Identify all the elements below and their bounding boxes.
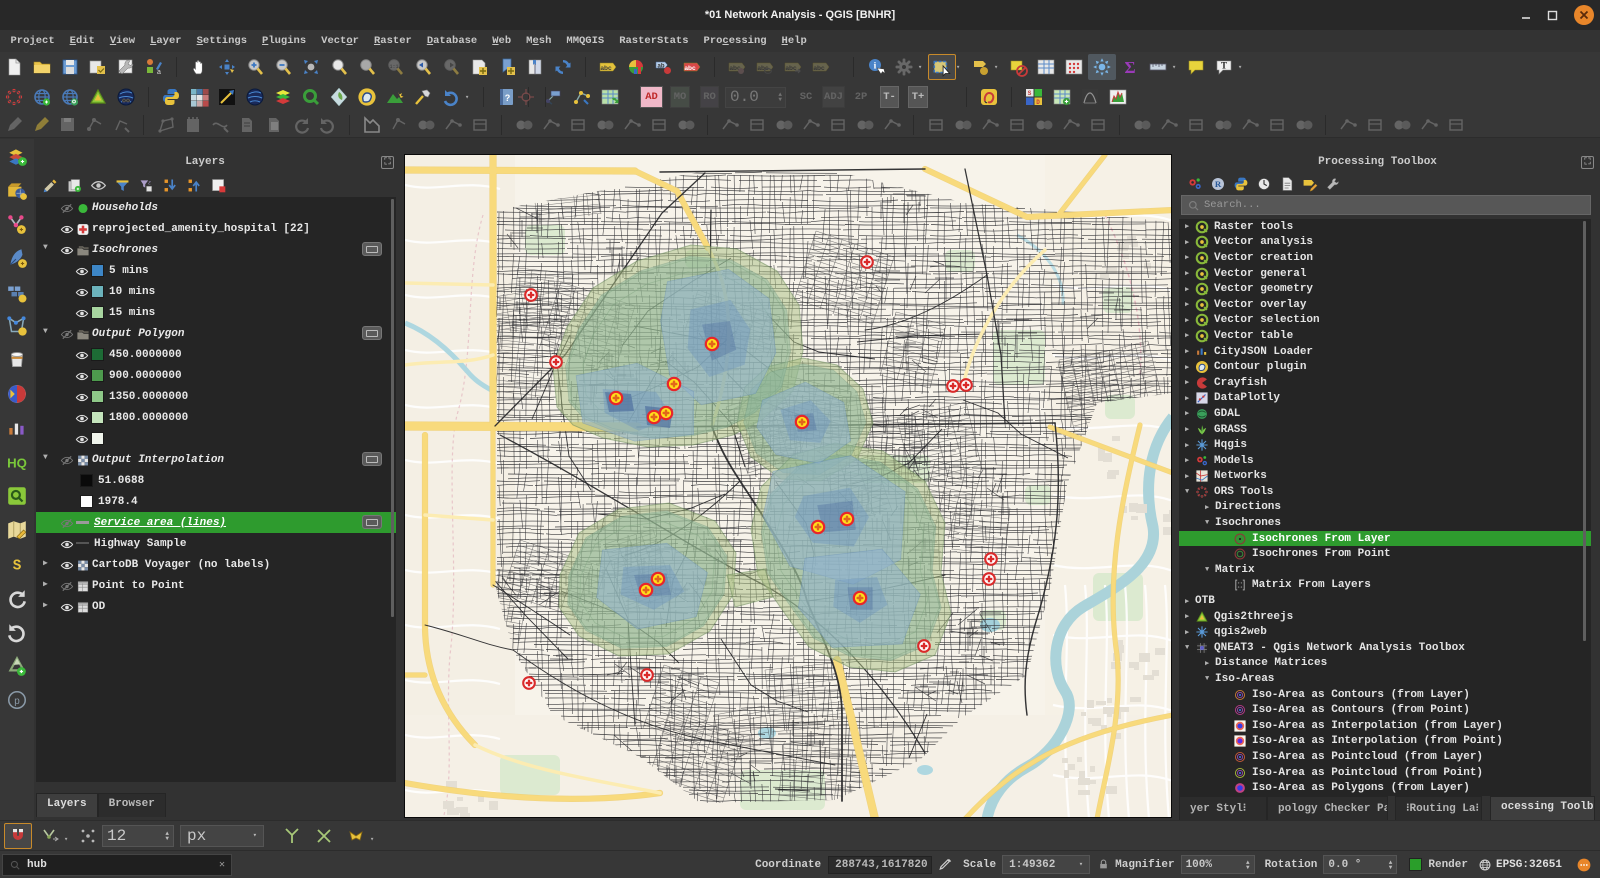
svg-text:abc: abc (684, 65, 696, 72)
svg-text:p: p (14, 696, 20, 707)
svg-text:abc: abc (813, 65, 825, 72)
svg-text:ab: ab (657, 64, 664, 70)
svg-text:T: T (1221, 61, 1227, 71)
svg-text:a: a (157, 69, 161, 76)
svg-text:ε: ε (148, 179, 151, 186)
svg-text:HQ: HQ (7, 456, 27, 471)
svg-text:R: R (1214, 179, 1221, 189)
svg-text:S: S (13, 559, 22, 575)
svg-text:abc: abc (600, 65, 612, 72)
svg-text:Σ: Σ (1124, 58, 1135, 77)
svg-text:S: S (1028, 90, 1032, 97)
svg-text:i: i (874, 62, 877, 72)
svg-text:D: D (1036, 99, 1040, 106)
svg-text:?: ? (505, 93, 511, 103)
svg-text:1:1: 1:1 (389, 64, 398, 70)
